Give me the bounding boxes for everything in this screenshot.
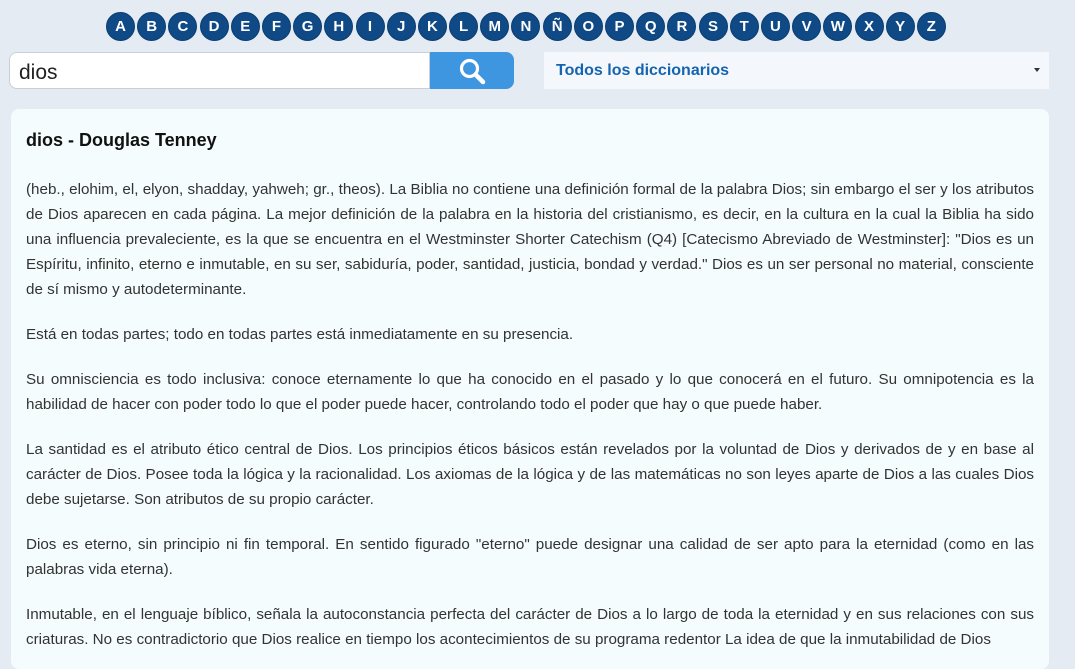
dictionary-select-label: Todos los diccionarios xyxy=(556,61,730,79)
search-input[interactable] xyxy=(9,52,430,89)
entry-paragraph: Su omnisciencia es todo inclusiva: conoc… xyxy=(26,371,1034,413)
letter-link[interactable]: V xyxy=(792,12,822,41)
letter-link[interactable]: W xyxy=(823,12,853,41)
entry-paragraph: La santidad es el atributo ético central… xyxy=(26,441,1034,508)
letter-link[interactable]: T xyxy=(729,12,759,41)
entry-paragraph: Dios es eterno, sin principio ni fin tem… xyxy=(26,536,1034,578)
letter-link[interactable]: M xyxy=(480,12,510,41)
letter-link[interactable]: P xyxy=(605,12,634,41)
search-button[interactable] xyxy=(430,52,514,89)
entry-title: dios - Douglas Tenney xyxy=(26,130,217,150)
letter-link[interactable]: I xyxy=(355,12,385,41)
letter-link[interactable]: Y xyxy=(885,12,915,41)
letter-link[interactable]: H xyxy=(324,12,354,41)
entry-panel: dios - Douglas Tenney (heb., elohim, el,… xyxy=(11,109,1049,669)
letter-link[interactable]: S xyxy=(698,12,728,41)
letter-link[interactable]: Ñ xyxy=(542,12,572,41)
letter-link[interactable]: C xyxy=(168,12,198,41)
letter-link[interactable]: A xyxy=(106,12,135,41)
letter-link[interactable]: G xyxy=(293,12,323,41)
letter-link[interactable]: B xyxy=(137,12,167,41)
alphabet-nav: ABCDEFGHIJKLMNÑOPQRSTUVWXYZ xyxy=(106,12,948,41)
letter-link[interactable]: F xyxy=(261,12,291,41)
entry-body: (heb., elohim, el, elyon, shadday, yahwe… xyxy=(26,177,1034,652)
letter-link[interactable]: J xyxy=(386,12,416,41)
entry-paragraph: (heb., elohim, el, elyon, shadday, yahwe… xyxy=(26,181,1034,298)
letter-link[interactable]: X xyxy=(854,12,884,41)
letter-link[interactable]: U xyxy=(760,12,790,41)
letter-link[interactable]: R xyxy=(667,12,697,41)
letter-link[interactable]: O xyxy=(573,12,603,41)
letter-link[interactable]: E xyxy=(230,12,260,41)
letter-link[interactable]: L xyxy=(449,12,479,41)
entry-paragraph: Está en todas partes; todo en todas part… xyxy=(26,326,574,343)
letter-link[interactable]: Z xyxy=(916,12,946,41)
letter-link[interactable]: Q xyxy=(636,12,666,41)
letter-link[interactable]: K xyxy=(417,12,447,41)
search-icon xyxy=(459,58,486,84)
letter-link[interactable]: D xyxy=(199,12,229,41)
caret-down-icon xyxy=(1034,68,1040,72)
letter-link[interactable]: N xyxy=(511,12,541,41)
dictionary-select[interactable]: Todos los diccionarios xyxy=(544,52,1049,89)
search-bar: Todos los diccionarios xyxy=(9,52,1049,89)
entry-paragraph: Inmutable, en el lenguaje bíblico, señal… xyxy=(26,606,1034,648)
